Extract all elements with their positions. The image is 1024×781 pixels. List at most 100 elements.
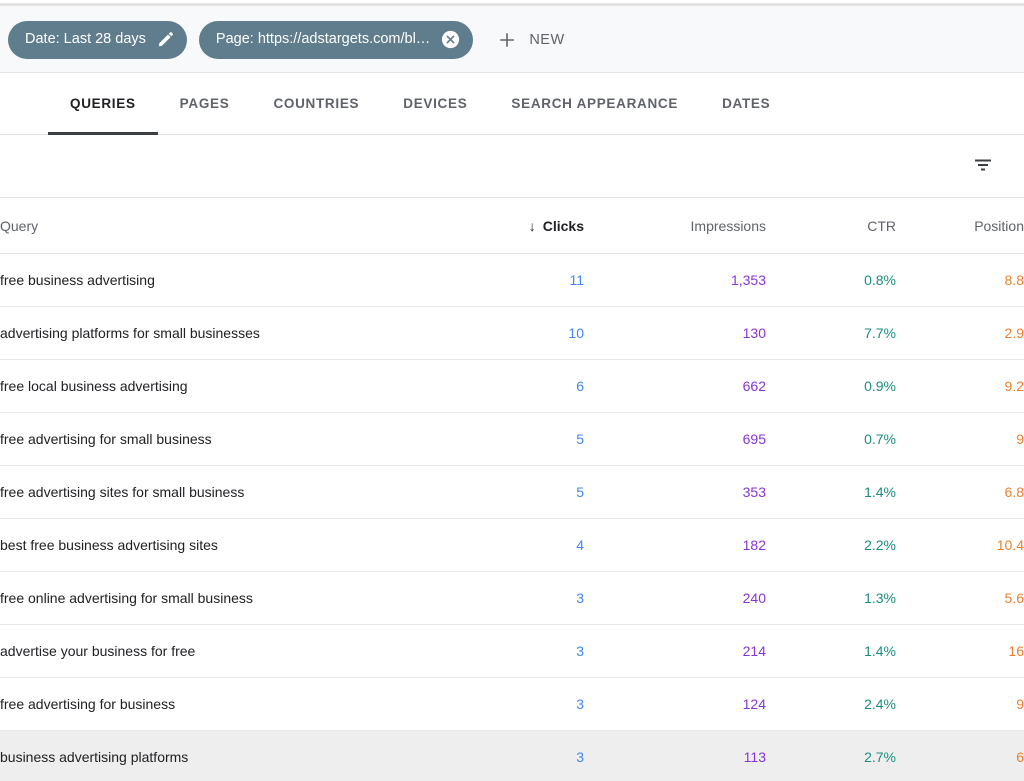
cell-ctr: 1.3% bbox=[864, 590, 896, 606]
cell-impressions: 240 bbox=[742, 590, 766, 606]
cell-clicks: 3 bbox=[576, 696, 584, 712]
tab-devices[interactable]: DEVICES bbox=[381, 73, 489, 134]
tab-dates[interactable]: DATES bbox=[700, 73, 792, 134]
cell-query[interactable]: free local business advertising bbox=[0, 360, 460, 413]
tab-pages[interactable]: PAGES bbox=[158, 73, 252, 134]
tab-search-appearance[interactable]: SEARCH APPEARANCE bbox=[489, 73, 700, 134]
filter-list-button[interactable] bbox=[963, 146, 1003, 186]
cell-query[interactable]: advertise your business for free bbox=[0, 625, 460, 678]
cell-ctr: 0.9% bbox=[864, 378, 896, 394]
table-row[interactable]: free online advertising for small busine… bbox=[0, 572, 1024, 625]
cell-impressions: 1,353 bbox=[730, 272, 766, 288]
table-row[interactable]: free advertising sites for small busines… bbox=[0, 466, 1024, 519]
column-header-label: Position bbox=[974, 217, 1024, 234]
cell-query[interactable]: free advertising sites for small busines… bbox=[0, 466, 460, 519]
cell-position: 8.8 bbox=[1004, 272, 1024, 288]
cell-clicks: 10 bbox=[568, 325, 584, 341]
cell-ctr: 7.7% bbox=[864, 325, 896, 341]
table-row[interactable]: free business advertising 11 1,353 0.8% 8.8 bbox=[0, 254, 1024, 307]
column-header-label: CTR bbox=[867, 217, 896, 234]
cell-impressions: 214 bbox=[742, 643, 766, 659]
table-row[interactable]: business advertising platforms 3 113 2.7% 6 bbox=[0, 730, 1024, 781]
cell-clicks: 3 bbox=[576, 749, 584, 765]
table-header-row: Query ↓ Clicks Impressions CTR Position bbox=[0, 197, 1024, 254]
filter-chip-page[interactable]: Page: https://adstargets.com/bl… bbox=[198, 20, 474, 59]
cell-impressions: 662 bbox=[742, 378, 766, 394]
column-header-ctr[interactable]: CTR bbox=[766, 198, 896, 254]
table-body: free business advertising 11 1,353 0.8% 8.8 a… bbox=[0, 254, 1024, 781]
clear-icon[interactable] bbox=[441, 30, 460, 49]
window-top-edge bbox=[0, 0, 1024, 7]
cell-impressions: 113 bbox=[743, 749, 766, 765]
cell-impressions: 124 bbox=[742, 696, 766, 712]
cell-impressions: 130 bbox=[742, 325, 766, 341]
cell-position: 2.9 bbox=[1004, 325, 1024, 341]
column-header-query: Query bbox=[0, 198, 460, 254]
cell-impressions: 695 bbox=[742, 431, 766, 447]
plus-icon bbox=[497, 30, 517, 50]
queries-table: Query ↓ Clicks Impressions CTR Position free … bbox=[0, 197, 1024, 781]
table-row[interactable]: advertising platforms for small business… bbox=[0, 307, 1024, 360]
cell-clicks: 3 bbox=[576, 590, 584, 606]
tab-label: DATES bbox=[722, 96, 771, 111]
new-filter-button[interactable]: NEW bbox=[491, 21, 576, 59]
filter-chip-page-label: Page: https://adstargets.com/bl… bbox=[215, 32, 431, 47]
tab-label: QUERIES bbox=[70, 96, 136, 111]
cell-query[interactable]: free advertising for business bbox=[0, 678, 460, 731]
cell-query[interactable]: advertising platforms for small business… bbox=[0, 307, 460, 360]
table-row[interactable]: best free business advertising sites 4 182… bbox=[0, 519, 1024, 572]
table-row[interactable]: free advertising for business 3 124 2.4% 9 bbox=[0, 678, 1024, 731]
cell-position: 9 bbox=[1016, 696, 1024, 712]
cell-query[interactable]: free online advertising for small busine… bbox=[0, 572, 460, 625]
pencil-icon[interactable] bbox=[157, 31, 174, 48]
cell-position: 16 bbox=[1008, 643, 1024, 659]
cell-clicks: 5 bbox=[576, 484, 584, 500]
cell-impressions: 182 bbox=[742, 537, 766, 553]
new-filter-label: NEW bbox=[529, 31, 565, 48]
tab-label: COUNTRIES bbox=[273, 96, 360, 111]
cell-ctr: 0.7% bbox=[864, 431, 896, 447]
cell-position: 5.6 bbox=[1004, 590, 1024, 606]
table-row[interactable]: free local business advertising 6 662 0.9% 9… bbox=[0, 360, 1024, 413]
table-filter-bar bbox=[0, 135, 1024, 197]
cell-ctr: 2.4% bbox=[864, 696, 896, 712]
column-header-position[interactable]: Position bbox=[896, 198, 1024, 254]
cell-clicks: 3 bbox=[576, 643, 584, 659]
filter-chip-date[interactable]: Date: Last 28 days bbox=[8, 20, 187, 59]
table-row[interactable]: advertise your business for free 3 214 1.4%… bbox=[0, 625, 1024, 678]
cell-position: 9 bbox=[1016, 431, 1024, 447]
cell-position: 6.8 bbox=[1004, 484, 1024, 500]
filter-list-icon bbox=[972, 154, 994, 179]
cell-clicks: 6 bbox=[576, 378, 584, 394]
cell-query[interactable]: free business advertising bbox=[0, 254, 460, 307]
cell-ctr: 1.4% bbox=[864, 484, 896, 500]
column-header-clicks[interactable]: ↓ Clicks bbox=[460, 198, 584, 254]
cell-ctr: 1.4% bbox=[864, 643, 896, 659]
queries-table-container: Query ↓ Clicks Impressions CTR Position free … bbox=[0, 197, 1024, 781]
tab-label: PAGES bbox=[179, 96, 230, 111]
cell-ctr: 2.7% bbox=[864, 749, 896, 765]
cell-clicks: 4 bbox=[576, 537, 584, 553]
table-row[interactable]: free advertising for small business 5 695 0… bbox=[0, 413, 1024, 466]
tab-label: SEARCH APPEARANCE bbox=[511, 96, 679, 111]
cell-query[interactable]: best free business advertising sites bbox=[0, 519, 460, 572]
column-header-impressions[interactable]: Impressions bbox=[584, 198, 766, 254]
column-header-label: Clicks bbox=[542, 217, 584, 234]
cell-position: 9.2 bbox=[1004, 378, 1024, 394]
cell-impressions: 353 bbox=[742, 484, 766, 500]
column-header-label: Query bbox=[0, 217, 39, 234]
filter-chip-date-label: Date: Last 28 days bbox=[25, 32, 146, 47]
performance-report-page: Date: Last 28 days Page: https://adstarge… bbox=[0, 0, 1024, 781]
cell-clicks: 11 bbox=[569, 272, 584, 288]
sort-descending-icon: ↓ bbox=[528, 217, 536, 234]
tab-countries[interactable]: COUNTRIES bbox=[251, 73, 381, 134]
tab-label: DEVICES bbox=[403, 96, 468, 111]
table-header: Query ↓ Clicks Impressions CTR Position bbox=[0, 197, 1024, 254]
cell-ctr: 0.8% bbox=[864, 272, 896, 288]
tab-queries[interactable]: QUERIES bbox=[48, 73, 158, 135]
cell-position: 10.4 bbox=[996, 537, 1024, 553]
cell-query[interactable]: free advertising for small business bbox=[0, 413, 460, 466]
cell-ctr: 2.2% bbox=[864, 537, 896, 553]
cell-clicks: 5 bbox=[576, 431, 584, 447]
cell-query[interactable]: business advertising platforms bbox=[0, 731, 460, 781]
